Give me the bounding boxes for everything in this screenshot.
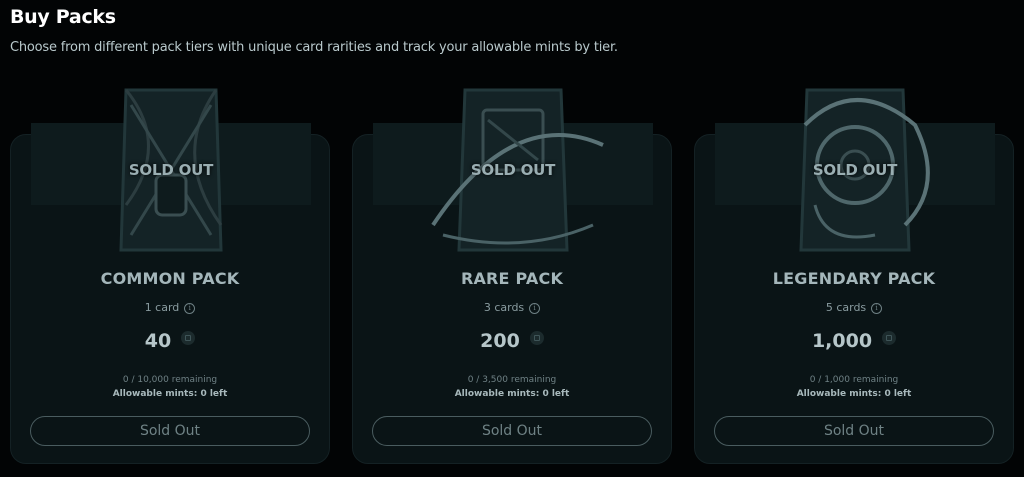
pack-art: SOLD OUT [715,85,995,255]
page-title: Buy Packs [10,6,116,28]
sold-out-overlay: SOLD OUT [470,161,556,179]
pack-card-rare: SOLD OUT RARE PACK 3 cards i 200 0 / 3,50… [352,88,672,464]
buy-packs-page: Buy Packs Choose from different pack tie… [0,0,1024,477]
sold-out-button[interactable]: Sold Out [30,416,310,446]
coin-icon [882,331,897,345]
remaining-count: 0 / 1,000 remaining [809,375,899,385]
coin-icon [529,331,544,345]
price: 40 [11,330,329,352]
pack-name: RARE PACK [460,269,564,288]
card-count-label: 3 cards [483,301,525,314]
coin-icon [181,331,196,345]
remaining-count: 0 / 3,500 remaining [467,375,557,385]
pack-art: SOLD OUT [31,85,311,255]
pack-card-common: SOLD OUT COMMON PACK 1 card i 40 0 / 10,0… [10,88,330,464]
price: 200 [353,330,671,352]
pack-art: SOLD OUT [373,85,653,255]
pack-card-legendary: SOLD OUT LEGENDARY PACK 5 cards i 1,000 0… [694,88,1014,464]
info-icon[interactable]: i [184,303,196,314]
info-icon[interactable]: i [871,303,883,314]
sold-out-overlay: SOLD OUT [128,161,214,179]
sold-out-button[interactable]: Sold Out [714,416,994,446]
allowable-mints: Allowable mints: 0 left [796,389,912,399]
card-count: 1 card i [11,301,329,314]
price-value: 200 [480,330,520,352]
sold-out-button[interactable]: Sold Out [372,416,652,446]
page-subtitle: Choose from different pack tiers with un… [10,40,618,55]
card-count: 3 cards i [353,301,671,314]
price: 1,000 [695,330,1013,352]
card-count: 5 cards i [695,301,1013,314]
pack-name: COMMON PACK [100,269,240,288]
info-icon[interactable]: i [529,303,541,314]
sold-out-overlay: SOLD OUT [812,161,898,179]
card-count-label: 1 card [144,301,180,314]
price-value: 1,000 [811,330,873,352]
allowable-mints: Allowable mints: 0 left [112,389,228,399]
card-count-label: 5 cards [825,301,867,314]
allowable-mints: Allowable mints: 0 left [454,389,570,399]
remaining-count: 0 / 10,000 remaining [122,375,218,385]
price-value: 40 [144,330,172,352]
pack-name: LEGENDARY PACK [772,269,936,288]
